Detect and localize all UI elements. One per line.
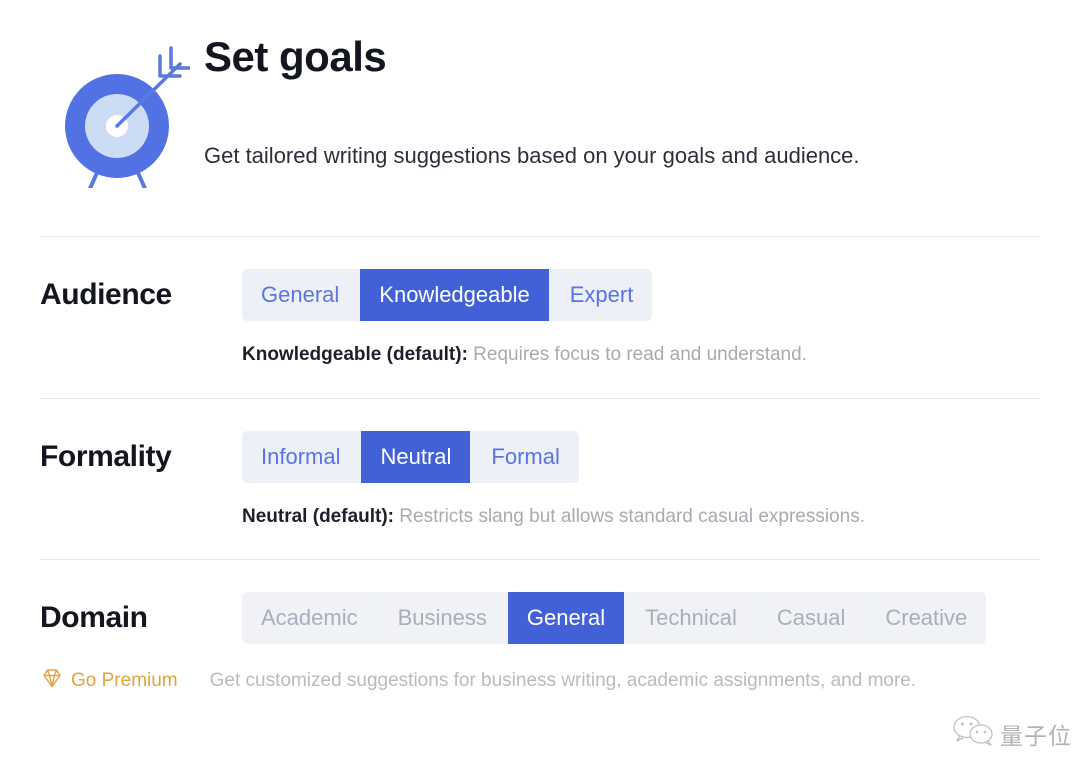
audience-label: Audience — [40, 278, 172, 311]
domain-option-casual[interactable]: Casual — [757, 592, 865, 645]
setting-row-formality: Formality Informal Neutral Formal Neutra… — [0, 399, 1080, 530]
watermark: 量子位 — [952, 714, 1072, 753]
domain-description-row: Go Premium Get customized suggestions fo… — [40, 644, 1040, 696]
audience-description: Knowledgeable (default): Requires focus … — [242, 321, 1040, 368]
setting-row-audience: Audience General Knowledgeable Expert Kn… — [0, 237, 1080, 368]
domain-description: Get customized suggestions for business … — [209, 670, 917, 692]
diamond-icon — [40, 666, 64, 696]
formality-segmented-control[interactable]: Informal Neutral Formal — [242, 430, 579, 483]
domain-segmented-control[interactable]: Academic Business General Technical Casu… — [242, 592, 987, 645]
formality-label: Formality — [40, 439, 172, 473]
target-with-arrow-icon — [40, 28, 193, 195]
domain-option-business[interactable]: Business — [378, 592, 506, 645]
domain-option-academic[interactable]: Academic — [242, 592, 377, 645]
set-goals-panel: Set goals Get tailored writing suggestio… — [0, 0, 1080, 779]
panel-header: Set goals Get tailored writing suggestio… — [0, 0, 1080, 236]
audience-description-strong: Knowledgeable (default): — [242, 344, 468, 365]
setting-row-domain: Domain Academic Business General Technic… — [0, 560, 1080, 696]
wechat-icon — [952, 714, 996, 753]
watermark-text: 量子位 — [1000, 723, 1072, 750]
audience-option-general[interactable]: General — [242, 269, 359, 321]
domain-option-technical[interactable]: Technical — [626, 592, 756, 645]
formality-description-rest: Restricts slang but allows standard casu… — [394, 505, 866, 527]
go-premium-label: Go Premium — [71, 670, 178, 692]
page-subtitle: Get tailored writing suggestions based o… — [204, 143, 860, 169]
formality-option-informal[interactable]: Informal — [242, 430, 360, 483]
domain-label: Domain — [40, 601, 148, 635]
formality-option-neutral[interactable]: Neutral — [361, 430, 471, 483]
formality-option-formal[interactable]: Formal — [472, 430, 579, 483]
domain-option-creative[interactable]: Creative — [866, 592, 987, 645]
formality-description: Neutral (default): Restricts slang but a… — [242, 483, 1040, 530]
domain-option-general[interactable]: General — [507, 592, 625, 645]
header-text-block: Set goals Get tailored writing suggestio… — [190, 28, 860, 171]
page-title: Set goals — [204, 33, 387, 80]
audience-option-expert[interactable]: Expert — [550, 269, 653, 321]
audience-segmented-control[interactable]: General Knowledgeable Expert — [242, 269, 653, 321]
formality-description-strong: Neutral (default): — [242, 505, 394, 527]
go-premium-link[interactable]: Go Premium — [40, 666, 178, 696]
audience-description-rest: Requires focus to read and understand. — [467, 344, 807, 365]
audience-option-knowledgeable[interactable]: Knowledgeable — [360, 269, 549, 321]
